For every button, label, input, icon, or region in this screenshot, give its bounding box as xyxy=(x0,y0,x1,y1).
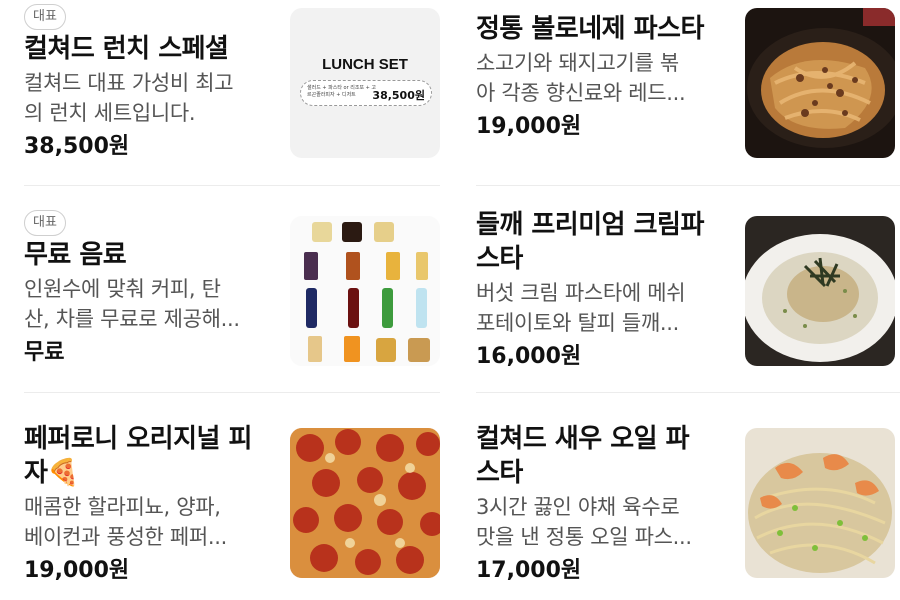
lunch-set-coupon: 샐러드 + 파스타 or 리조또 + 고르곤졸라피자 + 디저트 38,500원 xyxy=(300,80,432,106)
menu-item-text: 페퍼로니 오리지널 피 자🍕 매콤한 할라피뇨, 양파, 베이컨과 풍성한 페퍼… xyxy=(24,420,274,586)
bolognese-pasta-photo[interactable] xyxy=(745,8,895,158)
menu-item-description: 소고기와 돼지고기를 볶 아 각종 향신료와 레드... xyxy=(476,51,686,105)
row-divider xyxy=(24,392,440,393)
menu-item-text: 들깨 프리미엄 크림파 스타 버섯 크림 파스타에 메쉬 포테이토와 탈피 들깨… xyxy=(476,206,726,372)
menu-item-price: 17,000원 xyxy=(476,558,582,583)
menu-item-lunch-special[interactable]: 대표 컬쳐드 런치 스페셜 컬쳐드 대표 가성비 최고 의 런치 세트입니다. … xyxy=(0,0,440,180)
menu-item-description: 3시간 끓인 야채 육수로 맛을 낸 정통 오일 파스... xyxy=(476,495,692,549)
lunch-set-coupon-price: 38,500원 xyxy=(372,89,425,102)
menu-item-name: 무료 음료 xyxy=(24,240,127,270)
lunch-set-thumbnail[interactable]: LUNCH SET 샐러드 + 파스타 or 리조또 + 고르곤졸라피자 + 디… xyxy=(290,8,440,158)
menu-item-description: 컬쳐드 대표 가성비 최고 의 런치 세트입니다. xyxy=(24,71,234,125)
menu-item-text: 정통 볼로네제 파스타 소고기와 돼지고기를 볶 아 각종 향신료와 레드...… xyxy=(476,10,726,142)
menu-item-name: 컬쳐드 새우 오일 파 스타 xyxy=(476,424,690,488)
menu-item-price: 무료 xyxy=(24,340,65,365)
menu-item-pepperoni-pizza[interactable]: 페퍼로니 오리지널 피 자🍕 매콤한 할라피뇨, 양파, 베이컨과 풍성한 페퍼… xyxy=(0,410,440,590)
menu-item-price: 19,000원 xyxy=(476,114,582,139)
menu-grid: 대표 컬쳐드 런치 스페셜 컬쳐드 대표 가성비 최고 의 런치 세트입니다. … xyxy=(0,0,900,600)
menu-item-description: 매콤한 할라피뇨, 양파, 베이컨과 풍성한 페퍼... xyxy=(24,495,228,549)
menu-item-name: 들깨 프리미엄 크림파 스타 xyxy=(476,210,704,274)
menu-item-text: 대표 무료 음료 인원수에 맞춰 커피, 탄 산, 차를 무료로 제공해... … xyxy=(24,210,274,368)
menu-item-shrimp-oil-pasta[interactable]: 컬쳐드 새우 오일 파 스타 3시간 끓인 야채 육수로 맛을 낸 정통 오일 … xyxy=(452,410,895,590)
row-divider xyxy=(24,185,440,186)
menu-item-name: 정통 볼로네제 파스타 xyxy=(476,14,704,44)
shrimp-oil-pasta-photo[interactable] xyxy=(745,428,895,578)
representative-badge: 대표 xyxy=(24,210,66,236)
representative-badge: 대표 xyxy=(24,4,66,30)
menu-item-price: 19,000원 xyxy=(24,558,130,583)
menu-item-bolognese[interactable]: 정통 볼로네제 파스타 소고기와 돼지고기를 볶 아 각종 향신료와 레드...… xyxy=(452,0,895,180)
menu-item-price: 16,000원 xyxy=(476,344,582,369)
menu-item-text: 대표 컬쳐드 런치 스페셜 컬쳐드 대표 가성비 최고 의 런치 세트입니다. … xyxy=(24,4,274,162)
lunch-set-title: LUNCH SET xyxy=(322,56,408,73)
free-drinks-photo[interactable] xyxy=(290,216,440,366)
cream-pasta-photo[interactable] xyxy=(745,216,895,366)
menu-item-name: 페퍼로니 오리지널 피 자🍕 xyxy=(24,424,252,488)
row-divider xyxy=(476,185,900,186)
menu-item-perilla-cream-pasta[interactable]: 들깨 프리미엄 크림파 스타 버섯 크림 파스타에 메쉬 포테이토와 탈피 들깨… xyxy=(452,204,895,384)
row-divider xyxy=(476,392,900,393)
pepperoni-pizza-photo[interactable] xyxy=(290,428,440,578)
menu-item-name: 컬쳐드 런치 스페셜 xyxy=(24,34,229,64)
menu-item-price: 38,500원 xyxy=(24,134,130,159)
menu-item-description: 인원수에 맞춰 커피, 탄 산, 차를 무료로 제공해... xyxy=(24,277,240,331)
menu-item-description: 버섯 크림 파스타에 메쉬 포테이토와 탈피 들깨... xyxy=(476,281,686,335)
menu-item-text: 컬쳐드 새우 오일 파 스타 3시간 끓인 야채 육수로 맛을 낸 정통 오일 … xyxy=(476,420,726,586)
menu-item-free-drinks[interactable]: 대표 무료 음료 인원수에 맞춰 커피, 탄 산, 차를 무료로 제공해... … xyxy=(0,204,440,384)
